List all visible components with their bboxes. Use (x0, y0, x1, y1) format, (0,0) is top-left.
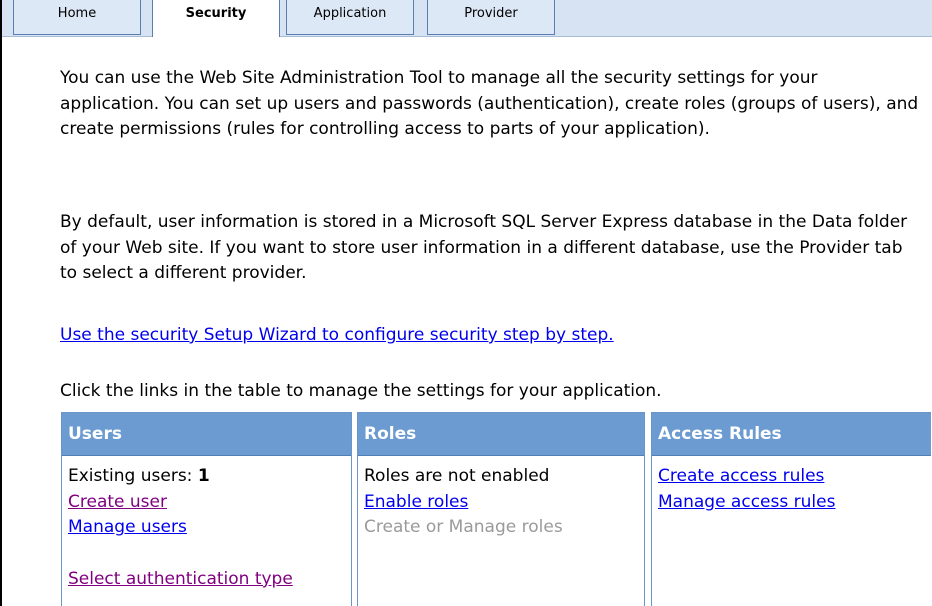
roles-status-text: Roles are not enabled (364, 466, 550, 486)
table-intro-text: Click the links in the table to manage t… (60, 381, 662, 401)
create-access-rules-link[interactable]: Create access rules (658, 464, 931, 490)
security-management-table: Users Existing users: 1 Create user Mana… (61, 412, 931, 606)
access-rules-column: Access Rules Create access rules Manage … (651, 412, 931, 606)
window-left-border (0, 0, 2, 606)
tab-bar: Home Security Application Provider (2, 0, 932, 37)
roles-column: Roles Roles are not enabled Enable roles… (357, 412, 645, 606)
roles-header: Roles (358, 413, 644, 456)
users-header: Users (62, 413, 351, 456)
existing-users-count: 1 (197, 466, 210, 486)
tab-home[interactable]: Home (13, 0, 141, 35)
tab-security[interactable]: Security (152, 0, 280, 37)
manage-access-rules-link[interactable]: Manage access rules (658, 490, 931, 516)
create-user-link[interactable]: Create user (68, 490, 351, 516)
security-wizard-link[interactable]: Use the security Setup Wizard to configu… (60, 323, 614, 349)
enable-roles-link[interactable]: Enable roles (364, 490, 644, 516)
existing-users-text: Existing users: 1 (68, 464, 351, 490)
select-authentication-link[interactable]: Select authentication type (68, 567, 351, 593)
manage-users-link[interactable]: Manage users (68, 515, 351, 541)
tab-provider[interactable]: Provider (427, 0, 555, 35)
provider-paragraph: By default, user information is stored i… (60, 212, 908, 283)
tab-application[interactable]: Application (286, 0, 414, 35)
users-column: Users Existing users: 1 Create user Mana… (61, 412, 352, 606)
intro-paragraph: You can use the Web Site Administration … (60, 68, 919, 139)
create-manage-roles-disabled: Create or Manage roles (364, 517, 563, 537)
existing-users-label: Existing users: (68, 466, 198, 486)
access-rules-header: Access Rules (652, 413, 931, 456)
